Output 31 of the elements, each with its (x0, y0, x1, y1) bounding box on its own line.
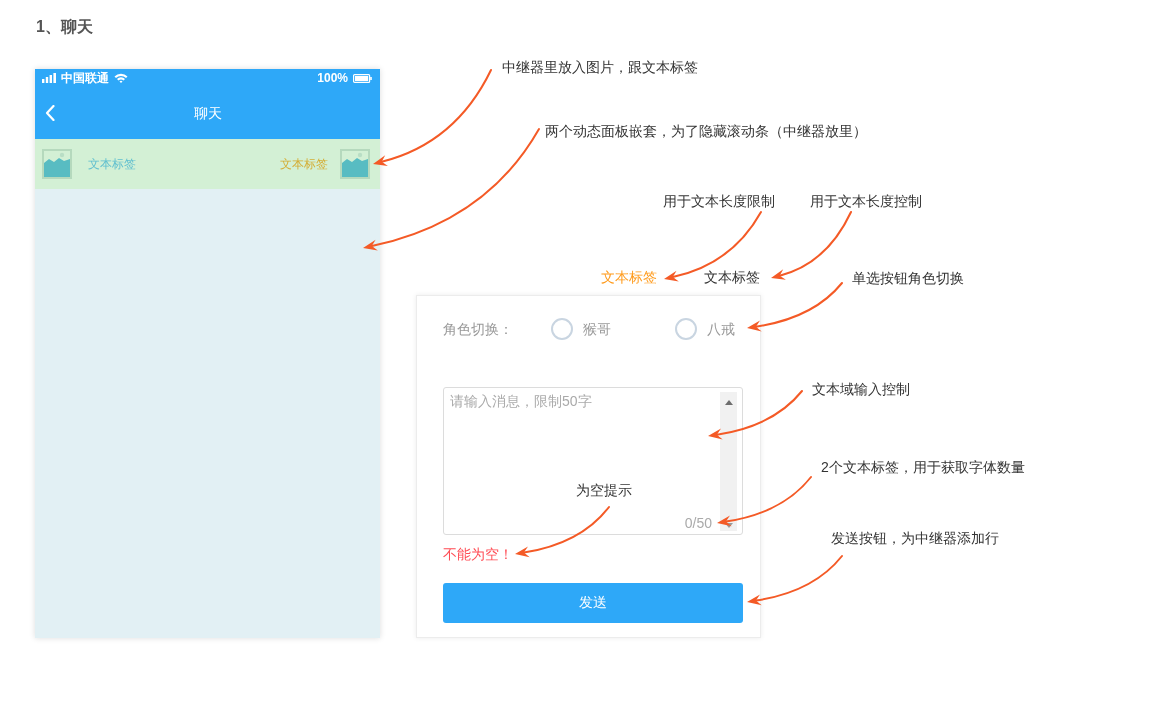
annotation-text: 两个动态面板嵌套，为了隐藏滚动条（中继器放里） (545, 122, 867, 140)
page-title: 1、聊天 (36, 18, 93, 36)
radio-option[interactable]: 八戒 (675, 318, 735, 340)
annotation-text: 中继器里放入图片，跟文本标签 (502, 58, 698, 76)
annotation-text: 单选按钮角色切换 (852, 269, 964, 287)
annotation-text: 用于文本长度限制 (663, 192, 775, 210)
send-button[interactable]: 发送 (443, 583, 743, 623)
carrier-name: 中国联通 (61, 71, 109, 85)
role-switch-label: 角色切换： (443, 320, 514, 338)
annotation-text: 文本域输入控制 (812, 380, 910, 398)
signal-icon (42, 73, 56, 83)
row-label: 文本标签 (280, 156, 328, 172)
nav-title: 聊天 (193, 104, 222, 122)
annotation-text: 用于文本长度控制 (810, 192, 922, 210)
character-counter: 0/50 (684, 514, 712, 532)
battery-icon (353, 73, 372, 83)
annotation-text: 为空提示 (576, 481, 632, 499)
text-label: 文本标签 (601, 268, 657, 286)
row-label: 文本标签 (88, 156, 136, 172)
back-icon[interactable] (45, 105, 55, 121)
annotation-text: 发送按钮，为中继器添加行 (831, 529, 999, 547)
image-icon (340, 149, 370, 179)
error-message: 不能为空！ (443, 545, 513, 563)
text-label: 文本标签 (704, 268, 760, 286)
image-icon (42, 149, 72, 179)
scrollbar[interactable] (720, 392, 737, 531)
wifi-icon (114, 73, 128, 83)
radio-option[interactable]: 猴哥 (551, 318, 675, 340)
annotation-text: 2个文本标签，用于获取字体数量 (821, 458, 1025, 476)
scroll-up-icon[interactable] (724, 400, 733, 405)
battery-percentage: 100% (317, 71, 348, 85)
